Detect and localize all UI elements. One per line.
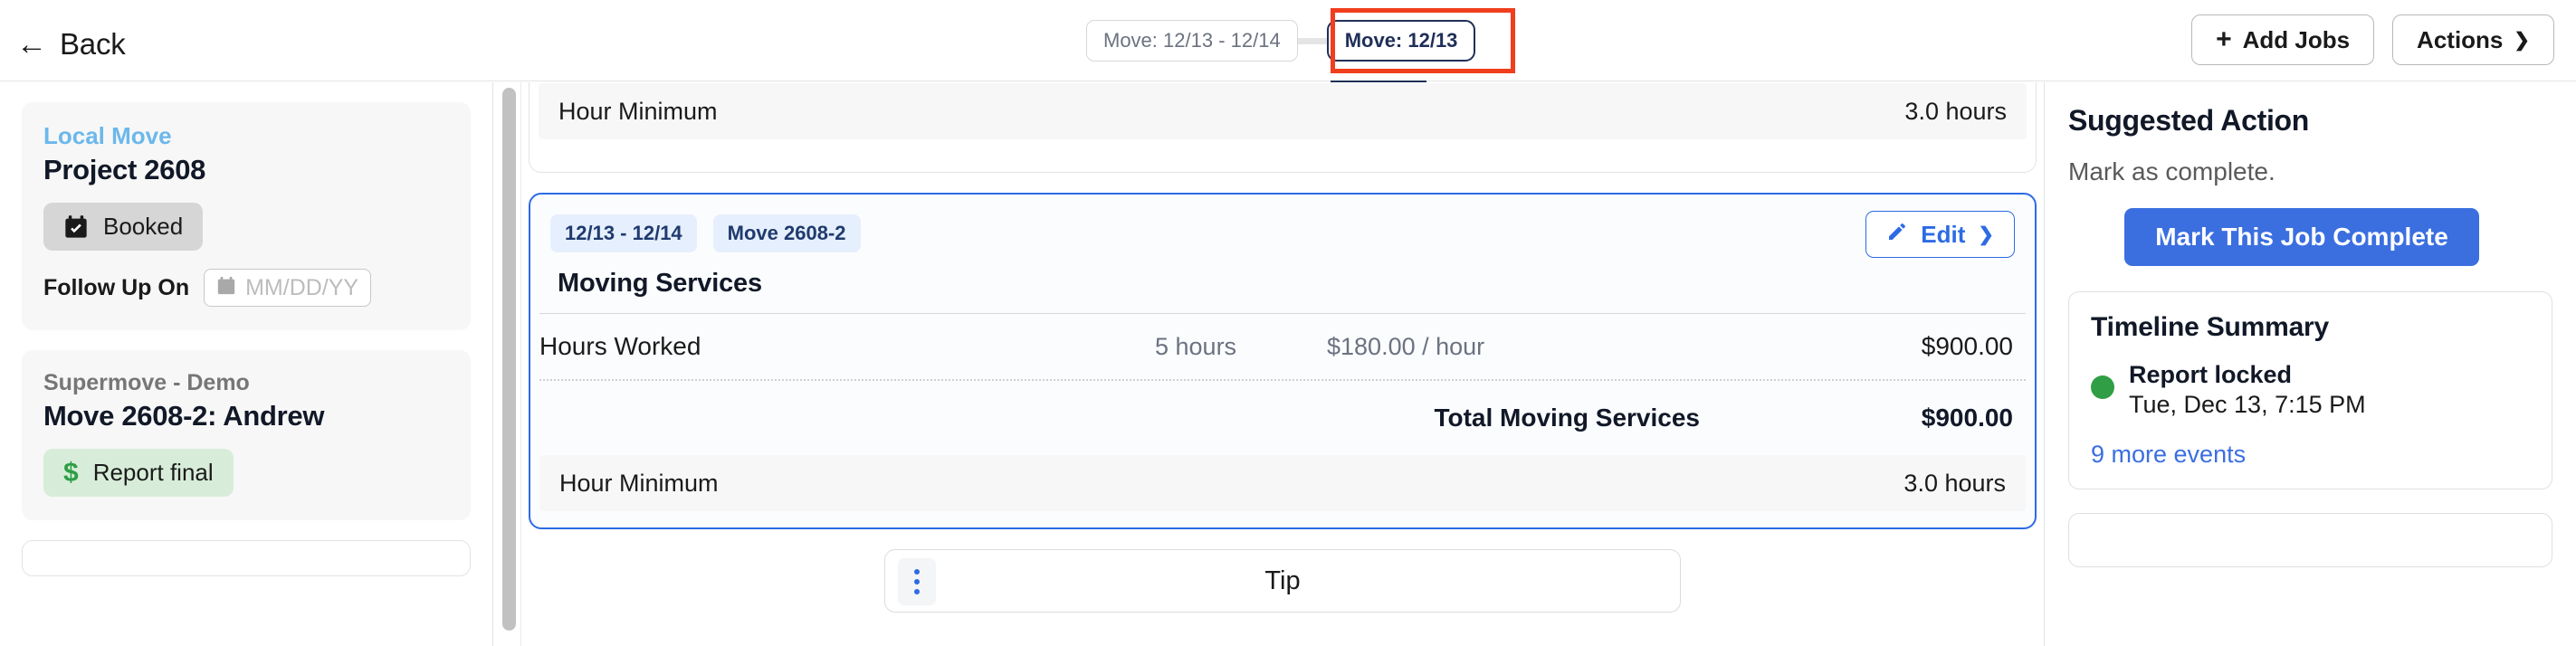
tip-card-label: Tip xyxy=(885,566,1680,596)
more-events-link[interactable]: 9 more events xyxy=(2091,441,2530,469)
back-button[interactable]: ← Back xyxy=(16,27,126,62)
hour-minimum-label: Hour Minimum xyxy=(559,470,1903,498)
actions-label: Actions xyxy=(2417,26,2503,54)
job-card-tags: 12/13 - 12/14 Move 2608-2 xyxy=(550,214,2015,252)
project-status-label: Booked xyxy=(103,213,183,241)
table-row: Hours Worked 5 hours $180.00 / hour $900… xyxy=(530,314,2035,379)
move-title: Move 2608-2: Andrew xyxy=(43,400,449,432)
timeline-summary-card: Timeline Summary Report locked Tue, Dec … xyxy=(2068,291,2552,489)
move-summary-card: Supermove - Demo Move 2608-2: Andrew $ R… xyxy=(22,350,471,520)
breadcrumb: Move: 12/13 - 12/14 Move: 12/13 xyxy=(1086,20,1475,62)
edit-button-label: Edit xyxy=(1921,221,1965,249)
add-jobs-button[interactable]: + Add Jobs xyxy=(2191,14,2374,65)
hour-minimum-value: 3.0 hours xyxy=(1903,470,2006,498)
chevron-down-icon: ❯ xyxy=(1978,225,1994,244)
left-sidebar: Local Move Project 2608 Booked Follow Up… xyxy=(0,82,493,646)
main-content: Hour Minimum 3.0 hours 12/13 - 12/14 Mov… xyxy=(522,82,2043,646)
breadcrumb-item-move-active[interactable]: Move: 12/13 xyxy=(1327,20,1476,62)
right-panel-next-card-stub xyxy=(2068,513,2552,567)
line-item-name: Hours Worked xyxy=(539,332,1155,361)
chevron-down-icon: ❯ xyxy=(2514,31,2530,50)
dollar-icon: $ xyxy=(63,460,79,487)
edit-button[interactable]: Edit ❯ xyxy=(1865,211,2015,258)
project-type-link[interactable]: Local Move xyxy=(43,122,449,150)
project-title: Project 2608 xyxy=(43,154,449,186)
breadcrumb-connector xyxy=(1298,38,1327,44)
kebab-menu-icon[interactable] xyxy=(898,558,936,605)
project-summary-card: Local Move Project 2608 Booked Follow Up… xyxy=(22,102,471,330)
move-status-label: Report final xyxy=(93,459,214,487)
status-badge xyxy=(2091,375,2114,399)
timeline-event-title: Report locked xyxy=(2129,361,2366,389)
list-item: Report locked Tue, Dec 13, 7:15 PM xyxy=(2091,361,2530,419)
timeline-summary-title: Timeline Summary xyxy=(2091,312,2530,343)
sidebar-next-card-stub xyxy=(22,540,471,576)
breadcrumb-active-wrap: Move: 12/13 xyxy=(1327,20,1476,62)
back-button-label: Back xyxy=(60,27,126,62)
tip-card[interactable]: Tip xyxy=(884,549,1681,613)
section-total-amount: $900.00 xyxy=(1790,404,2026,432)
previous-hour-minimum-row: Hour Minimum 3.0 hours xyxy=(539,83,2027,139)
tag-move-id[interactable]: Move 2608-2 xyxy=(713,214,861,252)
previous-hour-minimum-label: Hour Minimum xyxy=(558,98,1904,126)
arrow-left-icon: ← xyxy=(16,29,47,60)
tag-date-range[interactable]: 12/13 - 12/14 xyxy=(550,214,697,252)
header-actions: + Add Jobs Actions ❯ xyxy=(2191,14,2554,65)
project-status-badge[interactable]: Booked xyxy=(43,203,203,251)
hour-minimum-row: Hour Minimum 3.0 hours xyxy=(539,455,2026,511)
section-total-row: Total Moving Services $900.00 xyxy=(530,381,2035,455)
mark-job-complete-button[interactable]: Mark This Job Complete xyxy=(2124,208,2479,266)
timeline-event-time: Tue, Dec 13, 7:15 PM xyxy=(2129,391,2366,419)
move-status-badge[interactable]: $ Report final xyxy=(43,449,234,497)
follow-up-date-placeholder: MM/DD/YY xyxy=(245,275,358,301)
job-card-moving-services[interactable]: 12/13 - 12/14 Move 2608-2 Edit ❯ Moving … xyxy=(529,193,2037,529)
suggested-action-text: Mark as complete. xyxy=(2068,157,2552,186)
previous-job-card-partial[interactable]: Hour Minimum 3.0 hours xyxy=(529,82,2037,173)
previous-hour-minimum-value: 3.0 hours xyxy=(1904,98,2007,126)
job-card-header: 12/13 - 12/14 Move 2608-2 Edit ❯ Moving … xyxy=(530,195,2035,299)
follow-up-label: Follow Up On xyxy=(43,275,189,301)
follow-up-date-input[interactable]: MM/DD/YY xyxy=(204,269,371,307)
job-section-title: Moving Services xyxy=(558,269,2015,299)
main-scrollbar-track[interactable] xyxy=(496,82,521,646)
move-org-label: Supermove - Demo xyxy=(43,370,449,396)
suggested-action-title: Suggested Action xyxy=(2068,104,2552,138)
main-scrollbar-thumb[interactable] xyxy=(502,88,516,631)
actions-button[interactable]: Actions ❯ xyxy=(2392,14,2554,65)
breadcrumb-item-move-range[interactable]: Move: 12/13 - 12/14 xyxy=(1086,20,1298,62)
add-jobs-label: Add Jobs xyxy=(2243,26,2350,54)
line-item-rate: $180.00 / hour xyxy=(1327,333,1653,361)
app-root: ← Back Move: 12/13 - 12/14 Move: 12/13 +… xyxy=(0,0,2576,646)
pencil-icon xyxy=(1886,221,1908,248)
line-item-quantity: 5 hours xyxy=(1155,333,1327,361)
right-panel: Suggested Action Mark as complete. Mark … xyxy=(2044,82,2576,646)
section-total-label: Total Moving Services xyxy=(539,404,1790,432)
follow-up-row: Follow Up On MM/DD/YY xyxy=(43,269,449,307)
plus-icon: + xyxy=(2216,26,2232,53)
calendar-icon xyxy=(216,276,236,300)
top-header: ← Back Move: 12/13 - 12/14 Move: 12/13 +… xyxy=(0,0,2576,81)
line-item-amount: $900.00 xyxy=(1653,332,2026,361)
calendar-check-icon xyxy=(63,214,89,240)
